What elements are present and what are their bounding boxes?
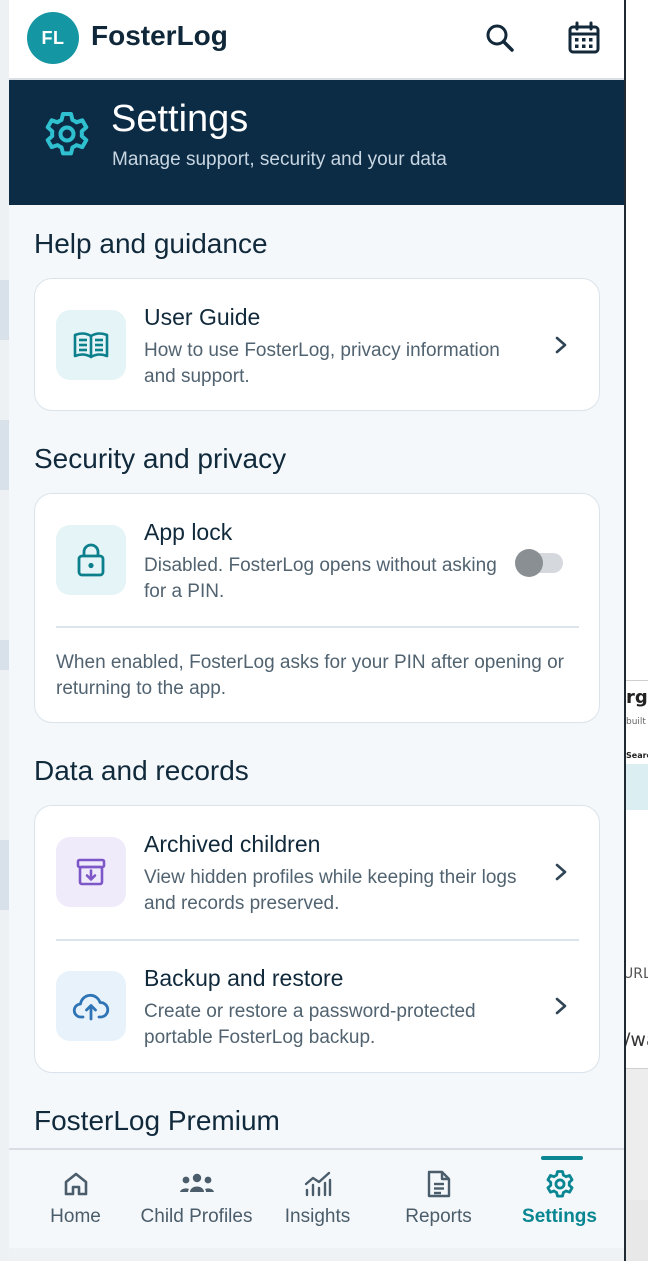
app-lock-toggle[interactable] <box>513 547 563 577</box>
nav-icon-wrap <box>136 1166 257 1202</box>
nav-label: Home <box>50 1206 101 1227</box>
background-window-right: rga built f Searc URL /wa <box>626 0 648 1261</box>
background-fragment: rga <box>626 687 648 708</box>
calendar-button[interactable] <box>564 18 604 58</box>
nav-item-reports[interactable]: Reports <box>378 1150 499 1250</box>
chevron-right-icon <box>555 997 567 1015</box>
nav-icon-wrap <box>378 1166 499 1202</box>
nav-icon-wrap <box>15 1166 136 1202</box>
data-records-card: Archived children View hidden profiles w… <box>34 805 600 1073</box>
report-icon <box>427 1170 450 1198</box>
nav-item-settings[interactable]: Settings <box>499 1150 620 1250</box>
app-lock-description: Disabled. FosterLog opens without asking… <box>144 555 497 602</box>
app-lock-title: App lock <box>144 519 233 545</box>
section-title-data: Data and records <box>34 755 249 786</box>
backup-restore-row[interactable]: Backup and restore Create or restore a p… <box>35 940 601 1074</box>
user-guide-description: How to use FosterLog, privacy informatio… <box>144 340 500 387</box>
search-icon <box>486 24 514 52</box>
app-lock-card: App lock Disabled. FosterLog opens witho… <box>34 493 600 723</box>
system-gesture-area <box>9 1248 624 1261</box>
chevron-right-icon <box>555 863 567 881</box>
user-guide-icon-tile <box>56 310 126 380</box>
lock-icon <box>77 543 105 577</box>
background-fragment: Searc <box>626 751 648 760</box>
backup-restore-description: Create or restore a password-protected p… <box>144 1001 476 1048</box>
app-title: FosterLog <box>91 20 228 51</box>
background-white <box>626 0 648 680</box>
app-lock-note: When enabled, FosterLog asks for your PI… <box>56 652 564 699</box>
backup-restore-title: Backup and restore <box>144 965 344 991</box>
nav-label: Reports <box>405 1206 472 1227</box>
calendar-icon <box>568 21 600 54</box>
nav-icon-wrap <box>257 1166 378 1202</box>
background-strip <box>0 420 9 490</box>
nav-item-home[interactable]: Home <box>15 1150 136 1250</box>
cloud-upload-icon <box>72 993 110 1021</box>
nav-icon-wrap <box>499 1166 620 1202</box>
nav-item-child-profiles[interactable]: Child Profiles <box>136 1150 257 1250</box>
user-guide-title: User Guide <box>144 304 261 330</box>
gear-icon <box>546 1170 573 1198</box>
top-app-bar: FL FosterLog <box>9 0 624 80</box>
nav-active-indicator <box>541 1156 583 1160</box>
background-strip <box>0 640 9 670</box>
background-grey <box>626 1068 648 1200</box>
avatar[interactable]: FL <box>27 12 79 64</box>
page-title: Settings <box>111 98 249 140</box>
archived-children-description: View hidden profiles while keeping their… <box>144 867 517 914</box>
background-strip <box>0 280 9 340</box>
background-fragment: URL <box>626 966 648 982</box>
people-icon <box>179 1173 214 1192</box>
archived-icon-tile <box>56 837 126 907</box>
archived-children-title: Archived children <box>144 831 321 857</box>
book-icon <box>73 332 109 359</box>
nav-label: Child Profiles <box>140 1206 253 1227</box>
bottom-navigation: Home Child Profiles Insights Reports Set… <box>9 1148 624 1250</box>
nav-label: Insights <box>284 1206 351 1227</box>
toggle-knob <box>515 549 543 577</box>
section-title-premium: FosterLog Premium <box>34 1105 280 1136</box>
app-lock-icon-tile <box>56 525 126 595</box>
archived-children-row[interactable]: Archived children View hidden profiles w… <box>35 806 601 940</box>
home-icon <box>64 1172 87 1196</box>
settings-header: Settings Manage support, security and yo… <box>9 80 624 205</box>
nav-item-insights[interactable]: Insights <box>257 1150 378 1250</box>
nav-label: Settings <box>522 1206 597 1227</box>
divider <box>56 626 579 628</box>
page-subtitle: Manage support, security and your data <box>112 149 447 170</box>
background-band <box>626 764 648 810</box>
section-title-security: Security and privacy <box>34 443 287 474</box>
chevron-right-icon <box>555 336 567 354</box>
user-guide-card[interactable]: User Guide How to use FosterLog, privacy… <box>34 278 600 411</box>
archive-icon <box>76 858 106 886</box>
background-window-left <box>0 0 9 1261</box>
app-window: FL FosterLog Settings Manage support, se… <box>9 0 626 1261</box>
search-button[interactable] <box>480 18 520 58</box>
insights-icon <box>304 1171 331 1197</box>
background-fragment: built f <box>626 717 648 727</box>
backup-icon-tile <box>56 971 126 1041</box>
gear-icon <box>45 112 89 156</box>
background-strip <box>0 840 9 910</box>
background-fragment: /wa <box>626 1029 648 1051</box>
section-title-help: Help and guidance <box>34 228 268 259</box>
